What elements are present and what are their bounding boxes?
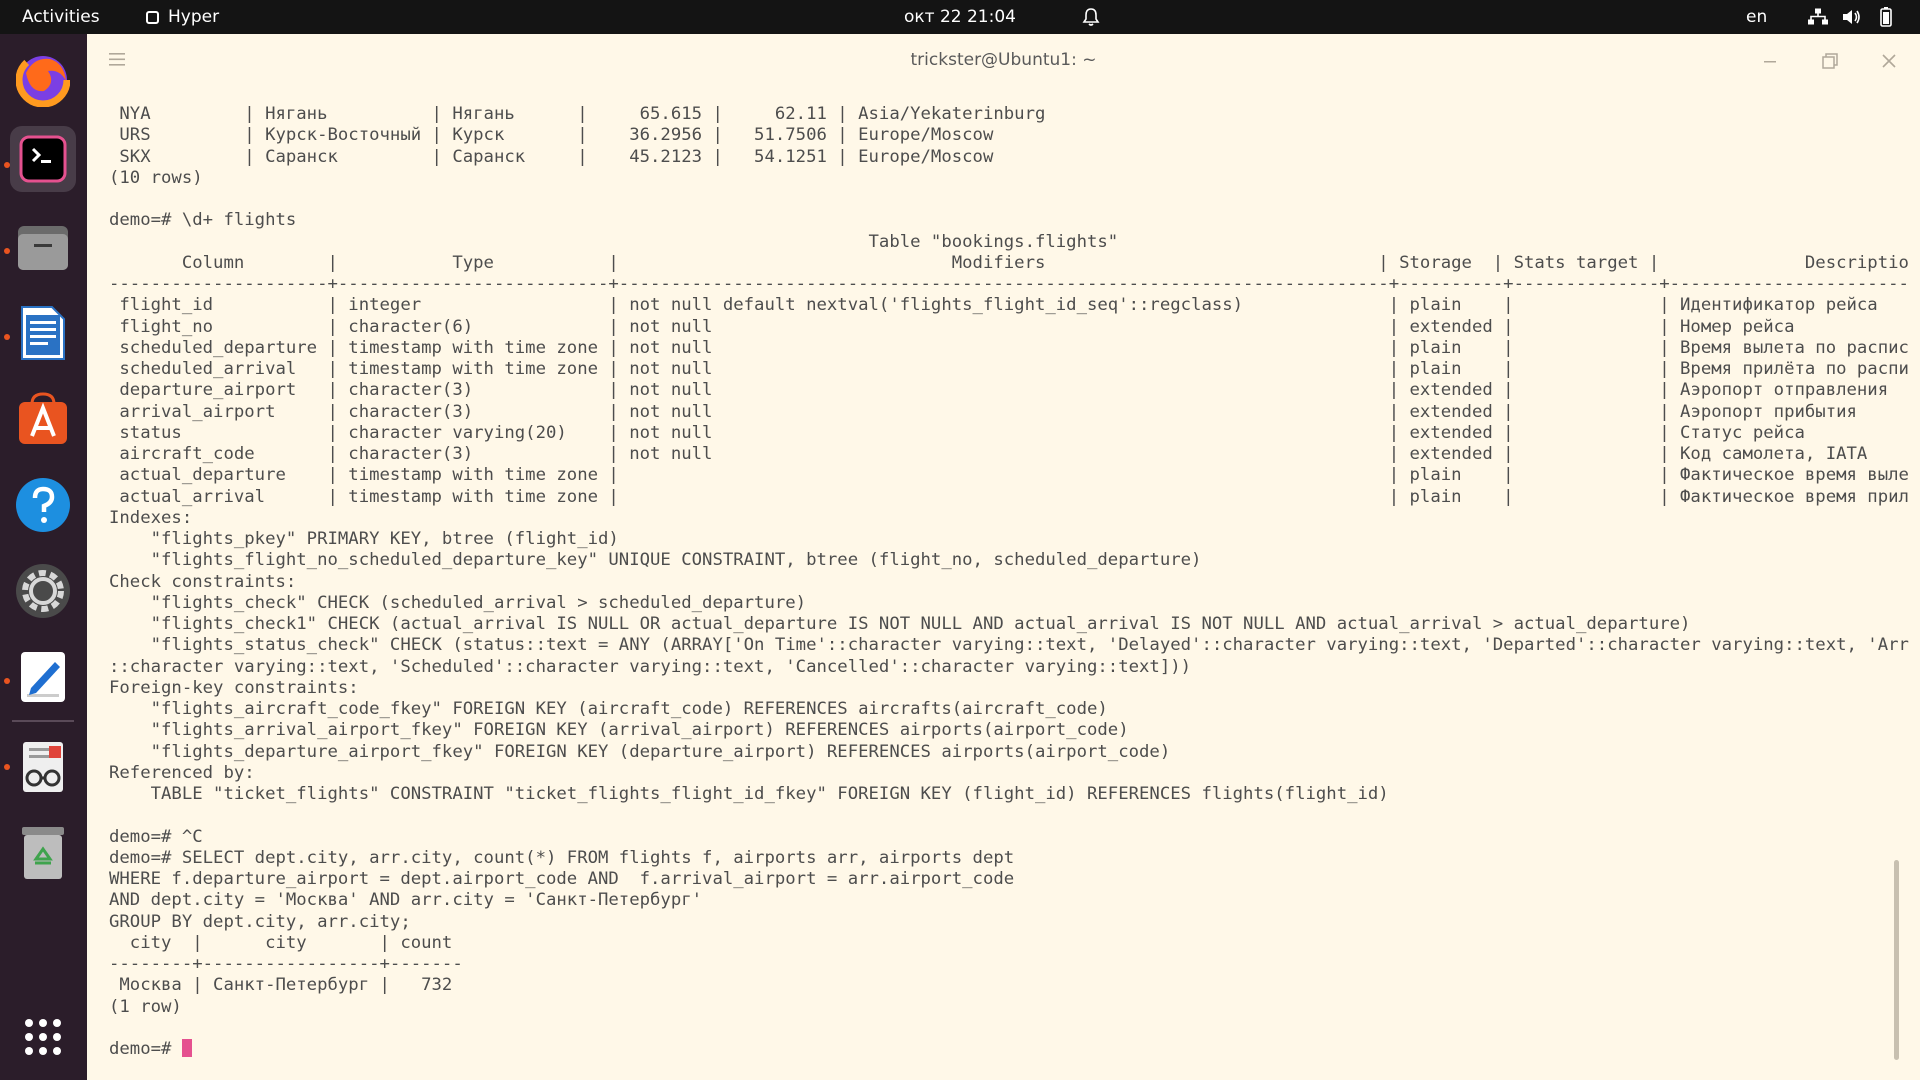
terminal-line: "flights_aircraft_code_fkey" FOREIGN KEY… <box>109 699 1108 719</box>
terminal-line: "flights_flight_no_scheduled_departure_k… <box>109 550 1202 571</box>
terminal-line: Column | Type | Modifiers | Storage | St… <box>109 252 1909 273</box>
prompt-line[interactable]: demo=# <box>109 1039 1909 1060</box>
app-grid-icon <box>25 1019 61 1055</box>
terminal-line: NYA | Нягань | Нягань | 65.615 | 62.11 |… <box>109 104 1046 124</box>
terminal-line: status | character varying(20) | not nul… <box>109 422 1805 443</box>
terminal-line: Москва | Санкт-Петербург | 732 <box>109 975 453 996</box>
terminal-line: ::character varying::text, 'Scheduled'::… <box>109 656 1192 677</box>
terminal-line: flight_no | character(6) | not null | ex… <box>109 316 1795 337</box>
window-title-container: trickster@Ubuntu1: ~ <box>87 34 1920 86</box>
terminal-line: "flights_departure_airport_fkey" FOREIGN… <box>109 741 1171 762</box>
terminal-line: "flights_arrival_airport_fkey" FOREIGN K… <box>109 720 1129 741</box>
shell-prompt: demo=# <box>109 1039 182 1059</box>
terminal-line: demo=# SELECT dept.city, arr.city, count… <box>109 847 1015 868</box>
dock-libreoffice-writer[interactable] <box>10 300 76 366</box>
dock-trash[interactable] <box>10 820 76 886</box>
volume-icon[interactable] <box>1842 0 1862 34</box>
files-icon <box>18 226 68 270</box>
network-icon[interactable] <box>1808 0 1828 34</box>
hyper-terminal-icon <box>19 135 67 183</box>
help-icon <box>16 478 70 532</box>
scrollbar-thumb[interactable] <box>1894 860 1899 1060</box>
terminal-line: aircraft_code | character(3) | not null … <box>109 444 1868 464</box>
software-store-icon <box>19 392 67 444</box>
restore-icon[interactable] <box>1819 50 1841 72</box>
terminal-line: ---------------------+------------------… <box>109 274 1909 294</box>
terminal-line: (1 row) <box>109 996 182 1017</box>
writer-document-icon <box>21 306 65 360</box>
dock-settings[interactable] <box>10 558 76 624</box>
terminal-line: Check constraints: <box>109 571 297 592</box>
text-editor-icon <box>21 652 65 702</box>
terminal-line: "flights_check1" CHECK (actual_arrival I… <box>109 614 1691 634</box>
terminal-line: departure_airport | character(3) | not n… <box>109 380 1889 401</box>
top-bar: Activities Hyper окт 22 21:04 en <box>0 0 1920 34</box>
app-window-icon <box>146 10 159 24</box>
terminal-line: actual_arrival | timestamp with time zon… <box>109 486 1909 507</box>
firefox-icon <box>16 53 70 107</box>
terminal-line: demo=# \d+ flights <box>109 210 297 231</box>
terminal-line: scheduled_departure | timestamp with tim… <box>109 337 1909 358</box>
terminal-line: Table "bookings.flights" <box>109 231 1119 252</box>
app-menu[interactable]: Hyper <box>146 0 219 34</box>
terminal-line: demo=# ^C <box>109 826 203 847</box>
terminal-line: city | city | count <box>109 932 453 953</box>
close-icon[interactable] <box>1878 50 1900 72</box>
dock-firefox[interactable] <box>10 47 76 113</box>
dock-text-editor[interactable] <box>10 644 76 710</box>
terminal-line: scheduled_arrival | timestamp with time … <box>109 359 1909 379</box>
dock-help[interactable] <box>10 472 76 538</box>
title-bar[interactable]: trickster@Ubuntu1: ~ <box>87 34 1920 86</box>
document-viewer-icon <box>23 742 63 792</box>
settings-gear-icon <box>16 564 70 618</box>
terminal-line: "flights_pkey" PRIMARY KEY, btree (fligh… <box>109 529 619 549</box>
terminal-line: AND dept.city = 'Москва' AND arr.city = … <box>109 890 703 911</box>
terminal-line: URS | Курск-Восточный | Курск | 36.2956 … <box>109 125 994 146</box>
terminal-line: GROUP BY dept.city, arr.city; <box>109 911 411 932</box>
terminal-line: actual_departure | timestamp with time z… <box>109 465 1909 486</box>
activities-button[interactable]: Activities <box>22 0 100 34</box>
terminal-output[interactable]: NYA | Нягань | Нягань | 65.615 | 62.11 |… <box>109 104 1909 1074</box>
clock-container: окт 22 21:04 <box>0 0 1920 34</box>
terminal-line: "flights_check" CHECK (scheduled_arrival… <box>109 592 807 613</box>
terminal-line: "flights_status_check" CHECK (status::te… <box>109 635 1909 656</box>
dock-software[interactable] <box>10 386 76 452</box>
app-menu-label: Hyper <box>168 7 220 27</box>
terminal-line: Referenced by: <box>109 762 255 783</box>
terminal-line: (10 rows) <box>109 167 203 188</box>
show-applications-button[interactable] <box>10 1004 76 1070</box>
language-indicator[interactable]: en <box>1746 0 1767 34</box>
terminal-window[interactable]: trickster@Ubuntu1: ~ NYA | Нягань | Няга… <box>87 34 1920 1080</box>
window-title: trickster@Ubuntu1: ~ <box>910 50 1097 70</box>
dock <box>0 34 87 1080</box>
clock[interactable]: окт 22 21:04 <box>904 7 1016 27</box>
terminal-line: TABLE "ticket_flights" CONSTRAINT "ticke… <box>109 784 1389 804</box>
text-cursor <box>181 1039 192 1057</box>
dock-document-viewer[interactable] <box>10 734 76 800</box>
terminal-line: flight_id | integer | not null default n… <box>109 295 1878 316</box>
minimize-icon[interactable] <box>1759 50 1781 72</box>
dock-files[interactable] <box>10 214 76 280</box>
terminal-line: WHERE f.departure_airport = dept.airport… <box>109 869 1015 889</box>
bell-icon[interactable] <box>1082 0 1100 34</box>
trash-icon <box>22 827 64 879</box>
battery-icon[interactable] <box>1880 0 1892 34</box>
dock-terminal[interactable] <box>10 126 76 192</box>
dock-separator <box>12 720 74 722</box>
terminal-line: Indexes: <box>109 507 193 528</box>
terminal-line: Foreign-key constraints: <box>109 677 359 698</box>
terminal-line: --------+-----------------+------- <box>109 954 463 974</box>
hamburger-menu-icon[interactable] <box>109 53 125 66</box>
terminal-line: SKX | Саранск | Саранск | 45.2123 | 54.1… <box>109 146 994 167</box>
terminal-line: arrival_airport | character(3) | not nul… <box>109 401 1857 422</box>
